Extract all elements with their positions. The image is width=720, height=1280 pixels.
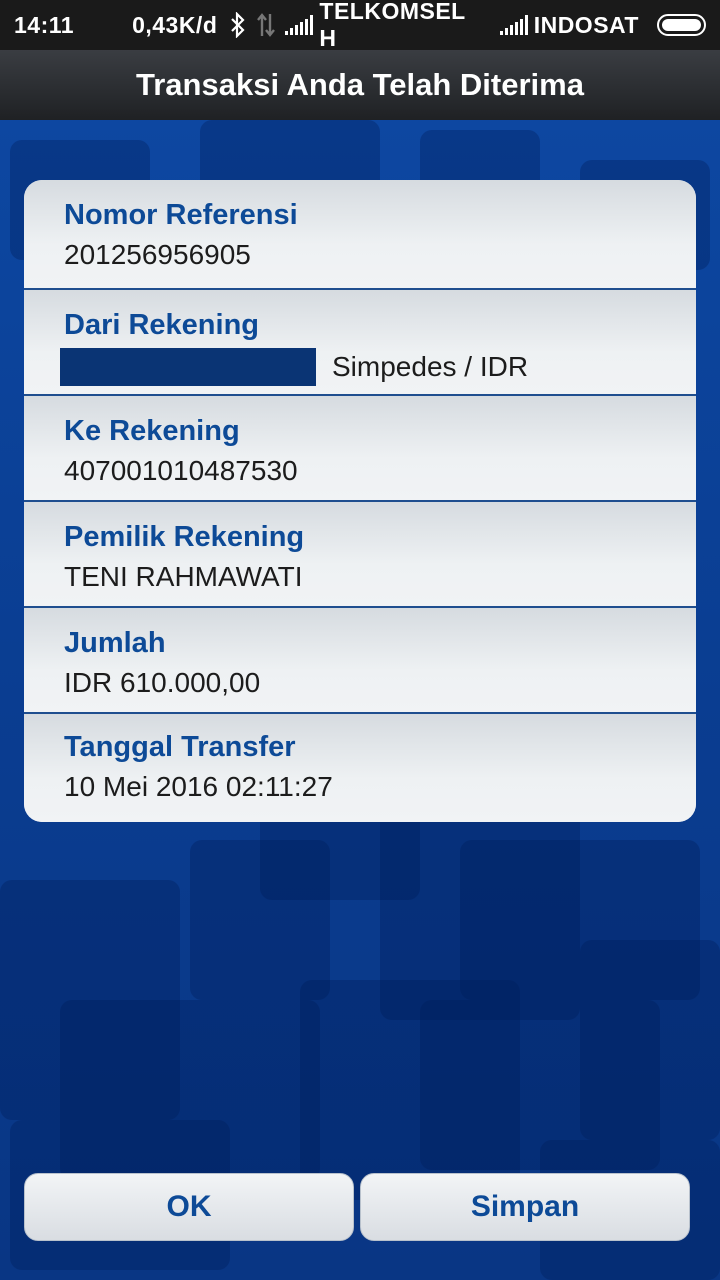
transaction-detail-card: Nomor Referensi 201256956905 Dari Rekeni… bbox=[24, 180, 696, 822]
carrier-1: TELKOMSEL H bbox=[319, 0, 466, 51]
signal-icon bbox=[285, 15, 314, 35]
status-bar: 14:11 0,43K/d TELKOMSEL H INDOSAT bbox=[0, 0, 720, 51]
clock: 14:11 bbox=[14, 11, 75, 38]
account-owner-label: Pemilik Rekening bbox=[64, 521, 305, 553]
to-account-value: 407001010487530 bbox=[64, 455, 298, 486]
page-title: Transaksi Anda Telah Diterima bbox=[136, 67, 584, 102]
from-account-value: Simpedes / IDR bbox=[332, 351, 529, 382]
redacted-account-number bbox=[60, 348, 316, 386]
from-account-label: Dari Rekening bbox=[64, 309, 259, 341]
row-reference-number: Nomor Referensi 201256956905 bbox=[24, 180, 696, 290]
account-owner-value: TENI RAHMAWATI bbox=[64, 561, 303, 592]
transfer-date-value: 10 Mei 2016 02:11:27 bbox=[64, 771, 333, 802]
signal-icon-2 bbox=[499, 15, 528, 35]
amount-value: IDR 610.000,00 bbox=[64, 667, 261, 698]
row-account-owner: Pemilik Rekening TENI RAHMAWATI bbox=[24, 502, 696, 608]
reference-label: Nomor Referensi bbox=[64, 199, 298, 231]
row-amount: Jumlah IDR 610.000,00 bbox=[24, 608, 696, 714]
amount-label: Jumlah bbox=[64, 627, 166, 659]
save-button[interactable]: Simpan bbox=[360, 1173, 690, 1241]
carrier-2: INDOSAT bbox=[533, 11, 639, 38]
network-speed: 0,43K/d bbox=[132, 11, 218, 38]
bluetooth-icon bbox=[229, 12, 247, 38]
row-transfer-date: Tanggal Transfer 10 Mei 2016 02:11:27 bbox=[24, 714, 696, 822]
ok-button[interactable]: OK bbox=[24, 1173, 354, 1241]
transfer-date-label: Tanggal Transfer bbox=[64, 731, 296, 763]
to-account-label: Ke Rekening bbox=[64, 415, 240, 447]
data-transfer-icon bbox=[255, 12, 277, 38]
row-from-account: Dari Rekening Simpedes / IDR bbox=[24, 290, 696, 396]
battery-icon bbox=[656, 14, 706, 36]
reference-value: 201256956905 bbox=[64, 239, 251, 270]
row-to-account: Ke Rekening 407001010487530 bbox=[24, 396, 696, 502]
title-bar: Transaksi Anda Telah Diterima bbox=[0, 50, 720, 120]
